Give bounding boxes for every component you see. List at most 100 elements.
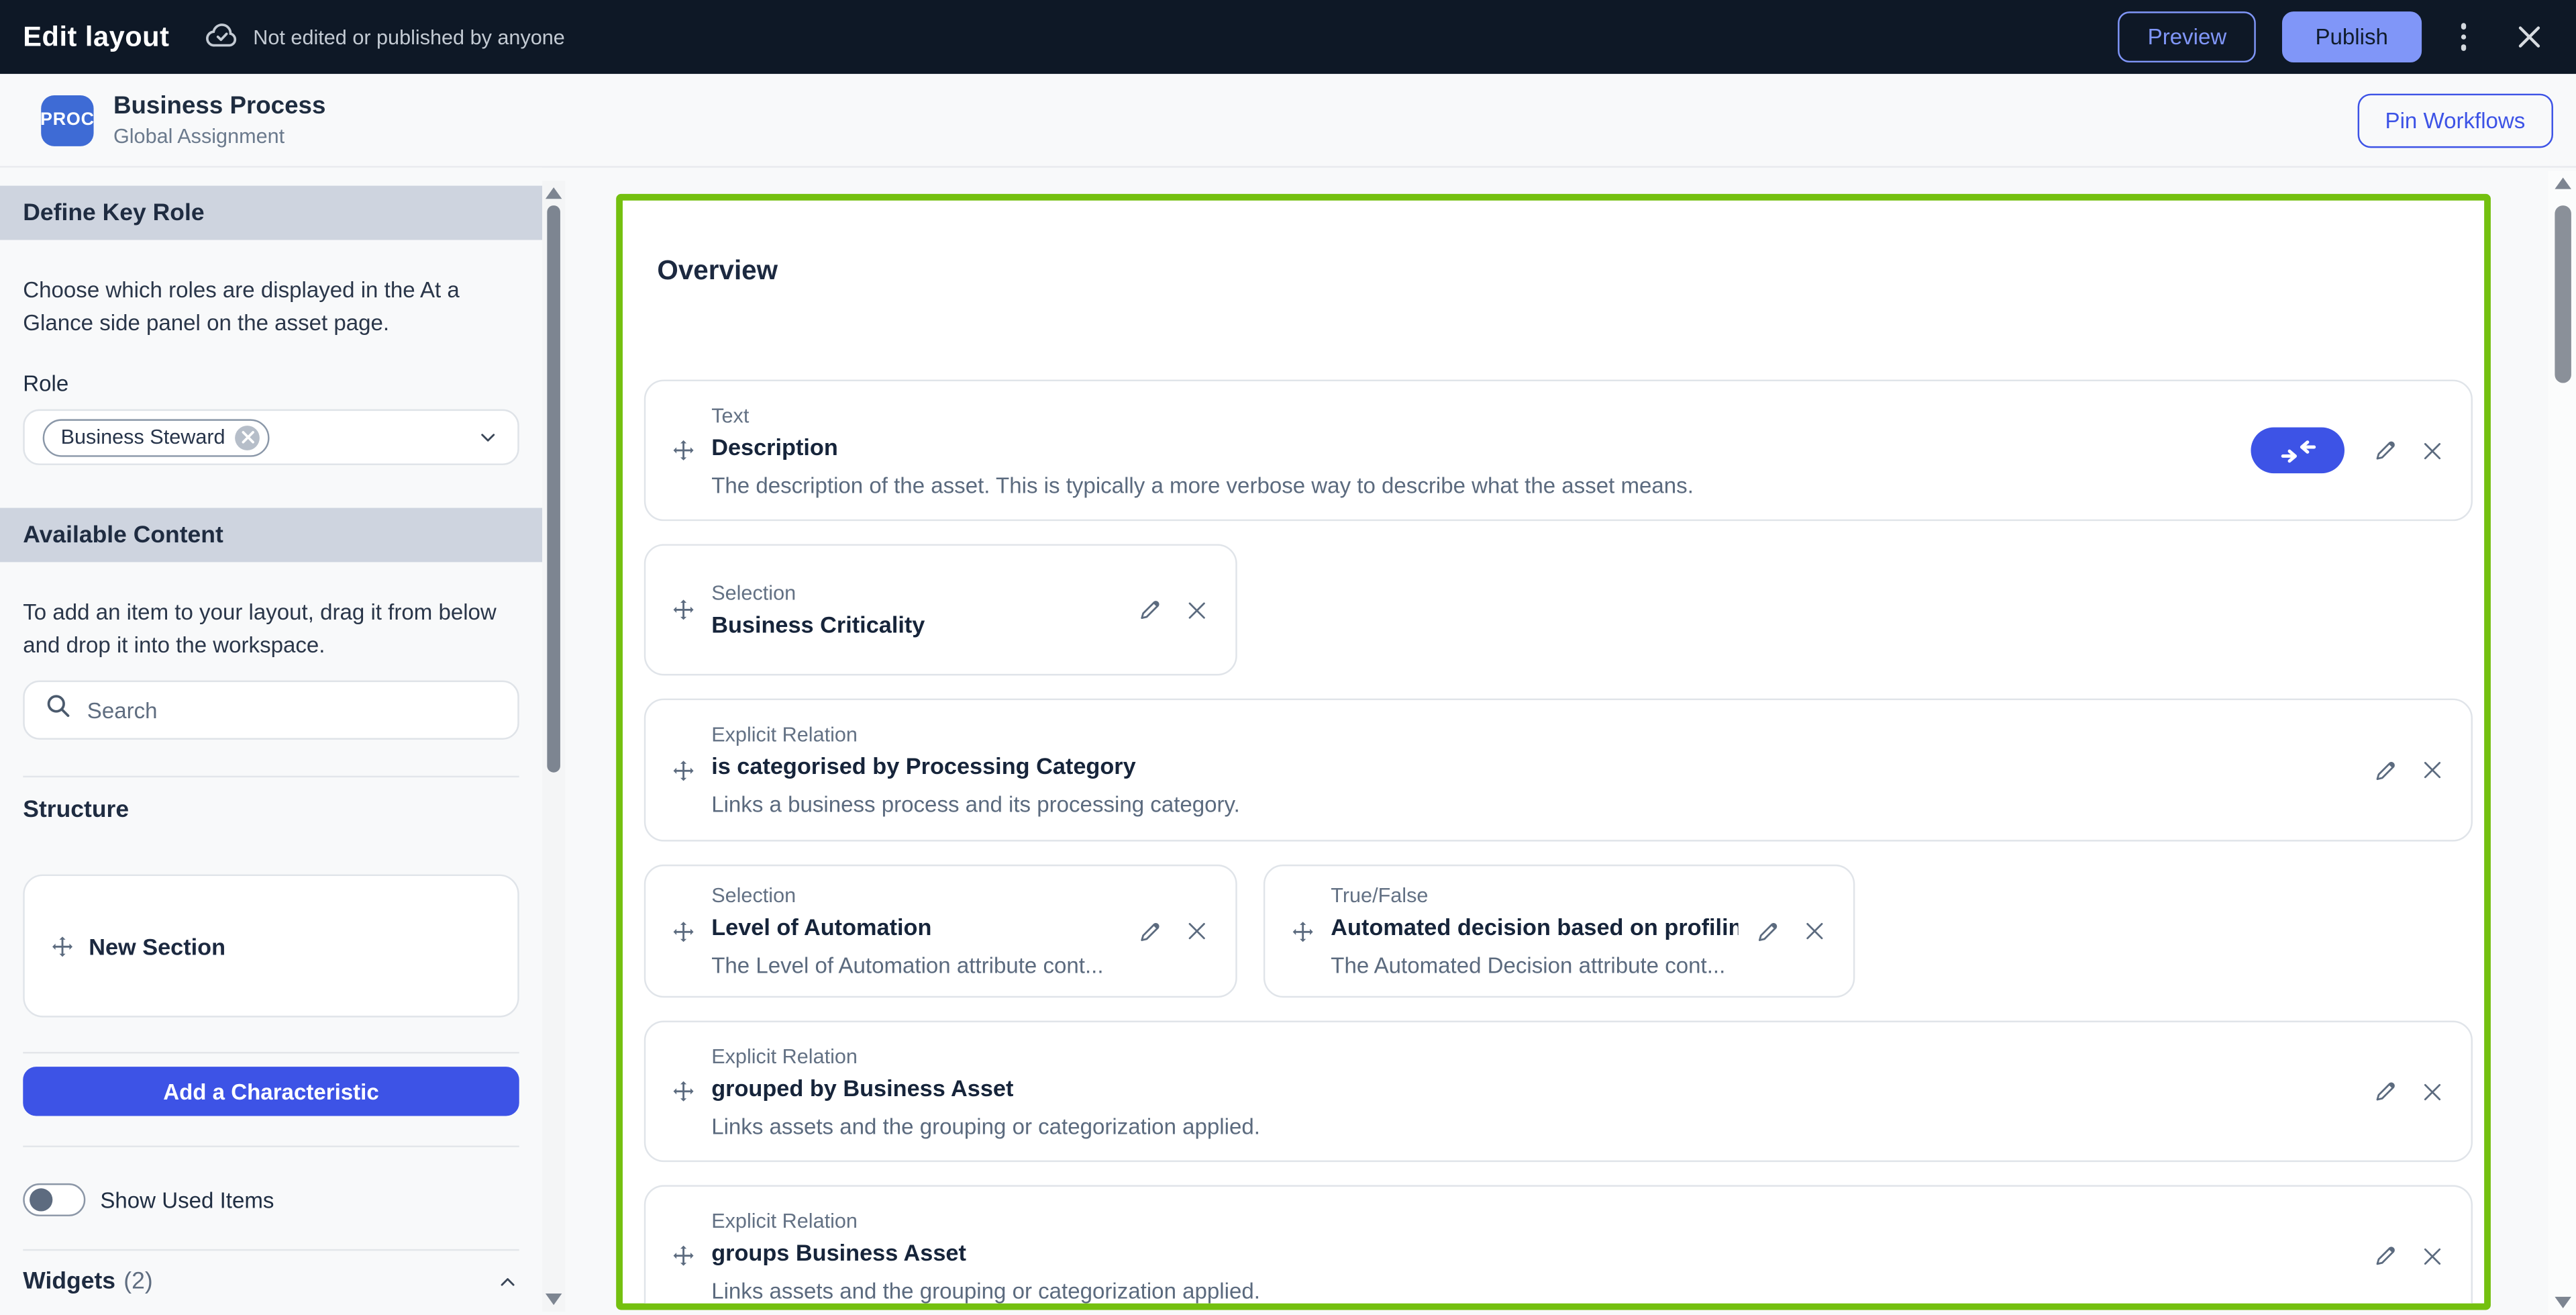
card-title: grouped by Business Asset: [711, 1074, 2356, 1100]
card-list: Text Description The description of the …: [644, 380, 2473, 1310]
divider: [23, 1052, 519, 1053]
card-title: Automated decision based on profiling: [1331, 914, 1738, 940]
card-type-label: Explicit Relation: [711, 1209, 2356, 1232]
show-used-items-row: Show Used Items: [23, 1183, 519, 1216]
cloud-check-icon: [205, 21, 240, 54]
edit-icon[interactable]: [2373, 757, 2399, 783]
card-business-criticality[interactable]: Selection Business Criticality: [644, 544, 1237, 675]
divider: [23, 776, 519, 777]
role-chip: Business Steward: [43, 418, 270, 456]
save-status-text: Not edited or published by anyone: [253, 26, 565, 48]
move-icon[interactable]: [51, 934, 74, 957]
publish-button[interactable]: Publish: [2283, 11, 2421, 62]
show-used-items-toggle[interactable]: [23, 1183, 85, 1216]
card-automated-decision-based-on-profiling[interactable]: True/False Automated decision based on p…: [1264, 865, 1855, 997]
card-type-label: Explicit Relation: [711, 723, 2356, 746]
add-characteristic-button[interactable]: Add a Characteristic: [23, 1067, 519, 1116]
card-description-text: Links assets and the grouping or categor…: [711, 1114, 2356, 1138]
edit-icon[interactable]: [2373, 1078, 2399, 1104]
edit-layout-screen: Edit layout Not edited or published by a…: [0, 0, 2576, 1315]
card-description[interactable]: Text Description The description of the …: [644, 380, 2473, 522]
overview-section-title: Overview: [657, 256, 778, 288]
card-title: Description: [711, 433, 2234, 459]
card-level-of-automation[interactable]: Selection Level of Automation The Level …: [644, 865, 1237, 997]
sidebar-scrollbar-thumb[interactable]: [547, 205, 560, 773]
widgets-section-toggle[interactable]: Widgets (2): [23, 1269, 519, 1295]
more-options-icon[interactable]: [2447, 17, 2479, 57]
search-input[interactable]: [87, 697, 498, 722]
move-icon[interactable]: [1292, 920, 1315, 942]
card-title: groups Business Asset: [711, 1238, 2356, 1265]
card-type-label: Selection: [711, 884, 1121, 907]
main-scrollbar[interactable]: [2548, 171, 2576, 1315]
new-section-item[interactable]: New Section: [23, 875, 519, 1018]
sidebar: Define Key Role Choose which roles are d…: [0, 168, 542, 1315]
move-icon[interactable]: [672, 759, 694, 781]
preview-button[interactable]: Preview: [2118, 11, 2257, 62]
structure-heading: Structure: [23, 797, 519, 824]
show-used-items-label: Show Used Items: [100, 1187, 274, 1212]
card-grouped-by-business-asset[interactable]: Explicit Relation grouped by Business As…: [644, 1021, 2473, 1163]
move-icon[interactable]: [672, 598, 694, 621]
divider: [23, 1146, 519, 1147]
define-key-role-header: Define Key Role: [0, 186, 542, 240]
card-type-label: Selection: [711, 582, 1121, 605]
card-type-label: True/False: [1331, 884, 1738, 907]
role-select[interactable]: Business Steward: [23, 409, 519, 465]
topbar: Edit layout Not edited or published by a…: [0, 0, 2576, 74]
remove-icon[interactable]: [1802, 919, 1827, 944]
move-icon[interactable]: [672, 1080, 694, 1103]
asset-type-badge: PROC: [41, 95, 93, 146]
available-content-header: Available Content: [0, 508, 542, 563]
divider: [23, 1249, 519, 1251]
card-is-categorised-by-processing-category[interactable]: Explicit Relation is categorised by Proc…: [644, 699, 2473, 842]
edit-icon[interactable]: [1137, 597, 1163, 623]
card-groups-business-asset[interactable]: Explicit Relation groups Business Asset …: [644, 1185, 2473, 1310]
move-icon[interactable]: [672, 1245, 694, 1267]
chevron-down-icon[interactable]: [476, 426, 499, 448]
scroll-down-icon[interactable]: [2554, 1297, 2570, 1308]
edit-icon[interactable]: [2373, 437, 2399, 463]
page-title: Edit layout: [23, 21, 169, 54]
remove-role-icon[interactable]: [235, 425, 260, 450]
search-box: [23, 681, 519, 740]
card-title: is categorised by Processing Category: [711, 752, 2356, 779]
sidebar-scrollbar[interactable]: [542, 181, 565, 1312]
widgets-count: (2): [123, 1269, 152, 1295]
remove-icon[interactable]: [1184, 919, 1209, 944]
role-label: Role: [23, 371, 519, 396]
scroll-up-icon[interactable]: [546, 187, 562, 199]
new-section-label: New Section: [89, 933, 225, 959]
asset-title: Business Process: [113, 92, 325, 120]
remove-icon[interactable]: [2420, 1079, 2445, 1104]
remove-icon[interactable]: [2420, 1243, 2445, 1268]
scroll-down-icon[interactable]: [546, 1294, 562, 1305]
define-key-role-description: Choose which roles are displayed in the …: [23, 275, 516, 338]
card-type-label: Text: [711, 403, 2234, 426]
topbar-actions: Preview Publish: [2118, 11, 2553, 62]
pin-workflows-button[interactable]: Pin Workflows: [2357, 93, 2553, 147]
remove-icon[interactable]: [2420, 758, 2445, 783]
move-icon[interactable]: [672, 439, 694, 462]
main-scrollbar-thumb[interactable]: [2554, 205, 2570, 383]
asset-header: PROC Business Process Global Assignment …: [0, 74, 2576, 168]
move-icon[interactable]: [672, 920, 694, 942]
available-content-description: To add an item to your layout, drag it f…: [23, 597, 516, 661]
edit-icon[interactable]: [2373, 1243, 2399, 1269]
card-description-text: The description of the asset. This is ty…: [711, 473, 2234, 497]
chevron-up-icon: [496, 1271, 519, 1294]
card-description-text: Links assets and the grouping or categor…: [711, 1278, 2356, 1303]
card-description-text: Links a business process and its process…: [711, 792, 2356, 817]
merge-arrows-button[interactable]: [2251, 428, 2345, 474]
remove-icon[interactable]: [2420, 438, 2445, 463]
remove-icon[interactable]: [1184, 597, 1209, 622]
edit-icon[interactable]: [1137, 918, 1163, 944]
edit-icon[interactable]: [1755, 918, 1781, 944]
card-title: Business Criticality: [711, 612, 1121, 638]
asset-subtitle: Global Assignment: [113, 125, 325, 148]
save-status: Not edited or published by anyone: [205, 21, 565, 54]
card-description-text: The Automated Decision attribute cont...: [1331, 953, 1738, 978]
scroll-up-icon[interactable]: [2554, 177, 2570, 189]
widgets-label: Widgets: [23, 1269, 115, 1295]
close-icon[interactable]: [2506, 19, 2553, 54]
